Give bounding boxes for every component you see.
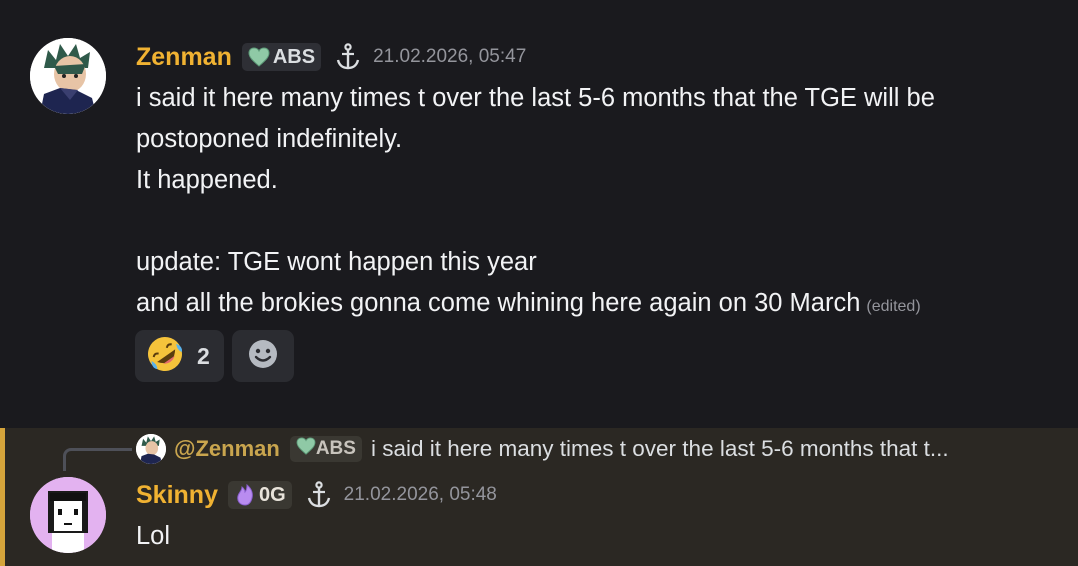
reply-guild-tag-label: ABS (315, 438, 356, 459)
reply-preview[interactable]: @Zenman ABS i said it here many times t … (136, 432, 949, 466)
reactions: 2 (135, 330, 294, 382)
reaction-rofl[interactable]: 2 (135, 330, 224, 382)
edited-label: (edited) (866, 298, 921, 315)
reply-connector (63, 448, 132, 471)
reply-text[interactable]: i said it here many times t over the las… (371, 436, 949, 462)
skinny-avatar[interactable] (30, 477, 106, 553)
reply-username[interactable]: @Zenman (174, 436, 280, 462)
add-reaction-button[interactable] (231, 330, 294, 382)
message-line: i said it here many times t over the las… (136, 84, 935, 112)
reaction-count: 2 (197, 342, 210, 369)
guild-tag[interactable]: ABS (241, 43, 322, 71)
message-content: Lol (136, 522, 171, 550)
timestamp: 21.02.2026, 05:47 (373, 46, 527, 67)
reply-guild-tag: ABS (289, 436, 362, 462)
message-line: postoponed indefinitely. (136, 125, 403, 153)
message-header: Skinny 0G 21.02.2026, 05:48 (136, 478, 497, 512)
guild-tag[interactable]: 0G (227, 481, 292, 509)
smiley-add-reaction-icon (247, 338, 279, 375)
message-header: Zenman ABS 21.02.2026, 05:47 (136, 40, 526, 74)
green-heart-icon (296, 437, 316, 461)
anime-character-avatar-icon (30, 38, 106, 114)
message-line: It happened. (136, 166, 278, 194)
reply-avatar (136, 434, 166, 464)
purple-flame-icon (234, 484, 256, 506)
zenman-avatar[interactable] (30, 38, 106, 114)
anchor-icon[interactable] (306, 481, 332, 509)
anchor-icon[interactable] (335, 43, 361, 71)
pixel-character-avatar-icon (30, 477, 106, 553)
message-line: update: TGE wont happen this year (136, 248, 537, 276)
green-heart-icon (248, 47, 270, 67)
message-line-text: and all the brokies gonna come whining h… (136, 289, 861, 317)
message-zenman: Zenman ABS 21.02.2026, 05:47 i said it h… (0, 0, 1078, 400)
message-line: and all the brokies gonna come whining h… (136, 283, 1056, 327)
rolling-on-floor-laughing-emoji-icon (145, 334, 185, 379)
timestamp: 21.02.2026, 05:48 (343, 484, 497, 505)
username[interactable]: Zenman (136, 43, 232, 72)
guild-tag-label: ABS (272, 45, 316, 68)
guild-tag-label: 0G (258, 483, 286, 506)
username[interactable]: Skinny (136, 481, 218, 510)
message-content: i said it here many times t over the las… (136, 78, 1056, 327)
